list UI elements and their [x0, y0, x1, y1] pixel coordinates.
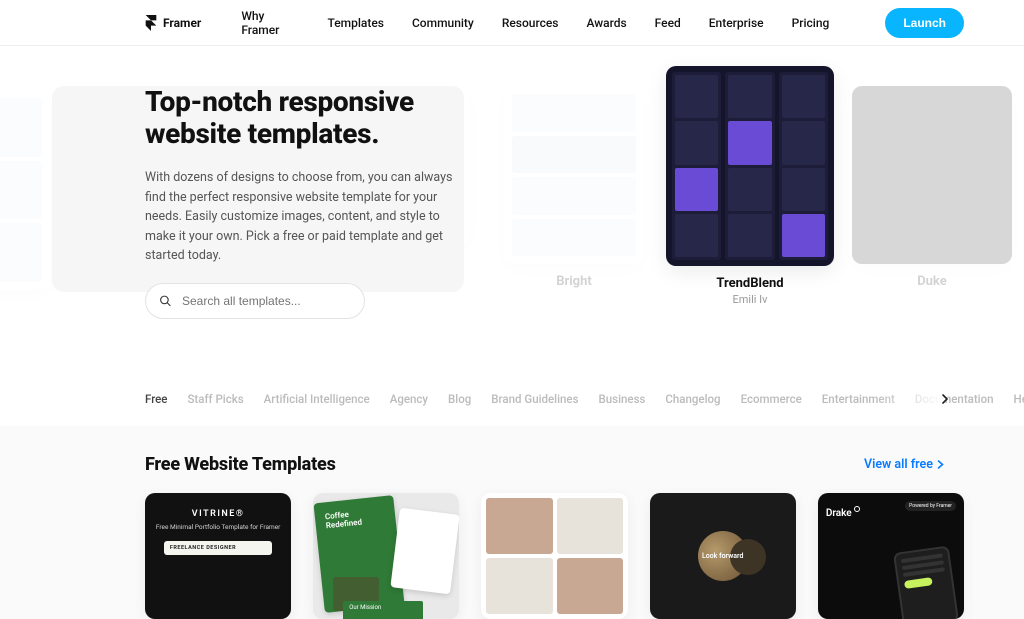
thumb-panel: FREELANCE DESIGNER	[164, 541, 273, 555]
chip-business[interactable]: Business	[599, 392, 646, 406]
nav-link-pricing[interactable]: Pricing	[792, 16, 830, 30]
carousel-thumb-featured	[666, 66, 834, 266]
launch-button[interactable]: Launch	[885, 8, 964, 38]
template-card-drake[interactable]: Drake Powered by Framer	[818, 493, 964, 619]
chip-agency[interactable]: Agency	[390, 392, 428, 406]
view-all-label: View all free	[864, 457, 933, 472]
chips-scroll-right[interactable]	[936, 390, 954, 408]
template-card-collage[interactable]	[481, 493, 627, 619]
template-thumb: Look forward	[650, 493, 796, 619]
section-title: Free Website Templates	[145, 454, 336, 475]
nav-link-awards[interactable]: Awards	[586, 16, 626, 30]
chip-changelog[interactable]: Changelog	[665, 392, 720, 406]
template-author: Emili Iv	[666, 293, 834, 306]
chip-ai[interactable]: Artificial Intelligence	[264, 392, 370, 406]
free-templates-section: Free Website Templates View all free VIT…	[0, 426, 1024, 619]
carousel-thumb	[0, 90, 50, 290]
chip-staff-picks[interactable]: Staff Picks	[187, 392, 243, 406]
search-input[interactable]	[145, 283, 365, 319]
chevron-right-icon	[937, 460, 944, 469]
template-thumb: Drake Powered by Framer	[818, 493, 964, 619]
template-card-look[interactable]: Look forward	[650, 493, 796, 619]
template-thumb	[481, 493, 627, 619]
chip-brand[interactable]: Brand Guidelines	[491, 392, 578, 406]
template-card-vitrine[interactable]: VITRINE® Free Minimal Portfolio Template…	[145, 493, 291, 619]
template-cards-row: VITRINE® Free Minimal Portfolio Template…	[145, 493, 964, 619]
template-name: Duke	[852, 274, 1012, 289]
hero-title-line1: Top-notch responsive	[145, 85, 414, 118]
nav-link-resources[interactable]: Resources	[502, 16, 559, 30]
hero-title-line2: website templates.	[145, 117, 379, 150]
carousel-thumb	[852, 86, 1012, 264]
nav-link-templates[interactable]: Templates	[327, 16, 384, 30]
carousel-thumb	[504, 86, 644, 264]
search-wrap	[145, 283, 365, 319]
brand-logo[interactable]: Framer	[145, 15, 201, 31]
chip-blog[interactable]: Blog	[448, 392, 471, 406]
thumb-phone	[893, 545, 959, 619]
category-chips: Free Staff Picks Artificial Intelligence…	[0, 336, 1024, 420]
template-thumb: VITRINE® Free Minimal Portfolio Template…	[145, 493, 291, 619]
thumb-tag: Powered by Framer	[905, 501, 956, 511]
template-card-coffee[interactable]: Our Mission	[313, 493, 459, 619]
nav-link-why[interactable]: Why Framer	[241, 9, 299, 37]
framer-logo-icon	[145, 15, 157, 31]
thumb-brand: Drake	[826, 508, 860, 519]
hero-section: Top-notch responsive website templates. …	[0, 46, 1024, 336]
nav-link-feed[interactable]: Feed	[655, 16, 681, 30]
chip-free[interactable]: Free	[145, 392, 167, 406]
carousel-card-far-left[interactable]	[0, 90, 50, 290]
hero-title: Top-notch responsive website templates.	[145, 86, 465, 150]
template-thumb: Our Mission	[313, 493, 459, 619]
carousel-card-bright[interactable]: Bright	[504, 86, 644, 289]
chip-health[interactable]: Health	[1014, 392, 1024, 406]
search-icon	[159, 295, 172, 308]
template-name: Bright	[504, 274, 644, 289]
brand-name: Framer	[163, 16, 201, 30]
hero-description: With dozens of designs to choose from, y…	[145, 168, 465, 265]
hero-copy: Top-notch responsive website templates. …	[145, 86, 465, 319]
carousel-card-duke[interactable]: Duke	[852, 86, 1012, 289]
nav-link-community[interactable]: Community	[412, 16, 474, 30]
thumb-brand: VITRINE®	[192, 509, 245, 519]
chips-fade	[874, 389, 944, 409]
top-nav: Framer Why Framer Templates Community Re…	[0, 0, 1024, 46]
carousel-card-featured[interactable]: TrendBlend Emili Iv	[666, 66, 834, 306]
thumb-slab	[391, 508, 460, 595]
view-all-free-link[interactable]: View all free	[864, 457, 944, 472]
nav-link-enterprise[interactable]: Enterprise	[709, 16, 764, 30]
template-name: TrendBlend	[666, 276, 834, 291]
section-head: Free Website Templates View all free	[145, 454, 964, 475]
chip-ecommerce[interactable]: Ecommerce	[741, 392, 802, 406]
thumb-sub: Free Minimal Portfolio Template for Fram…	[156, 523, 281, 531]
chevron-right-icon	[940, 394, 950, 404]
thumb-text: Look forward	[702, 552, 744, 560]
